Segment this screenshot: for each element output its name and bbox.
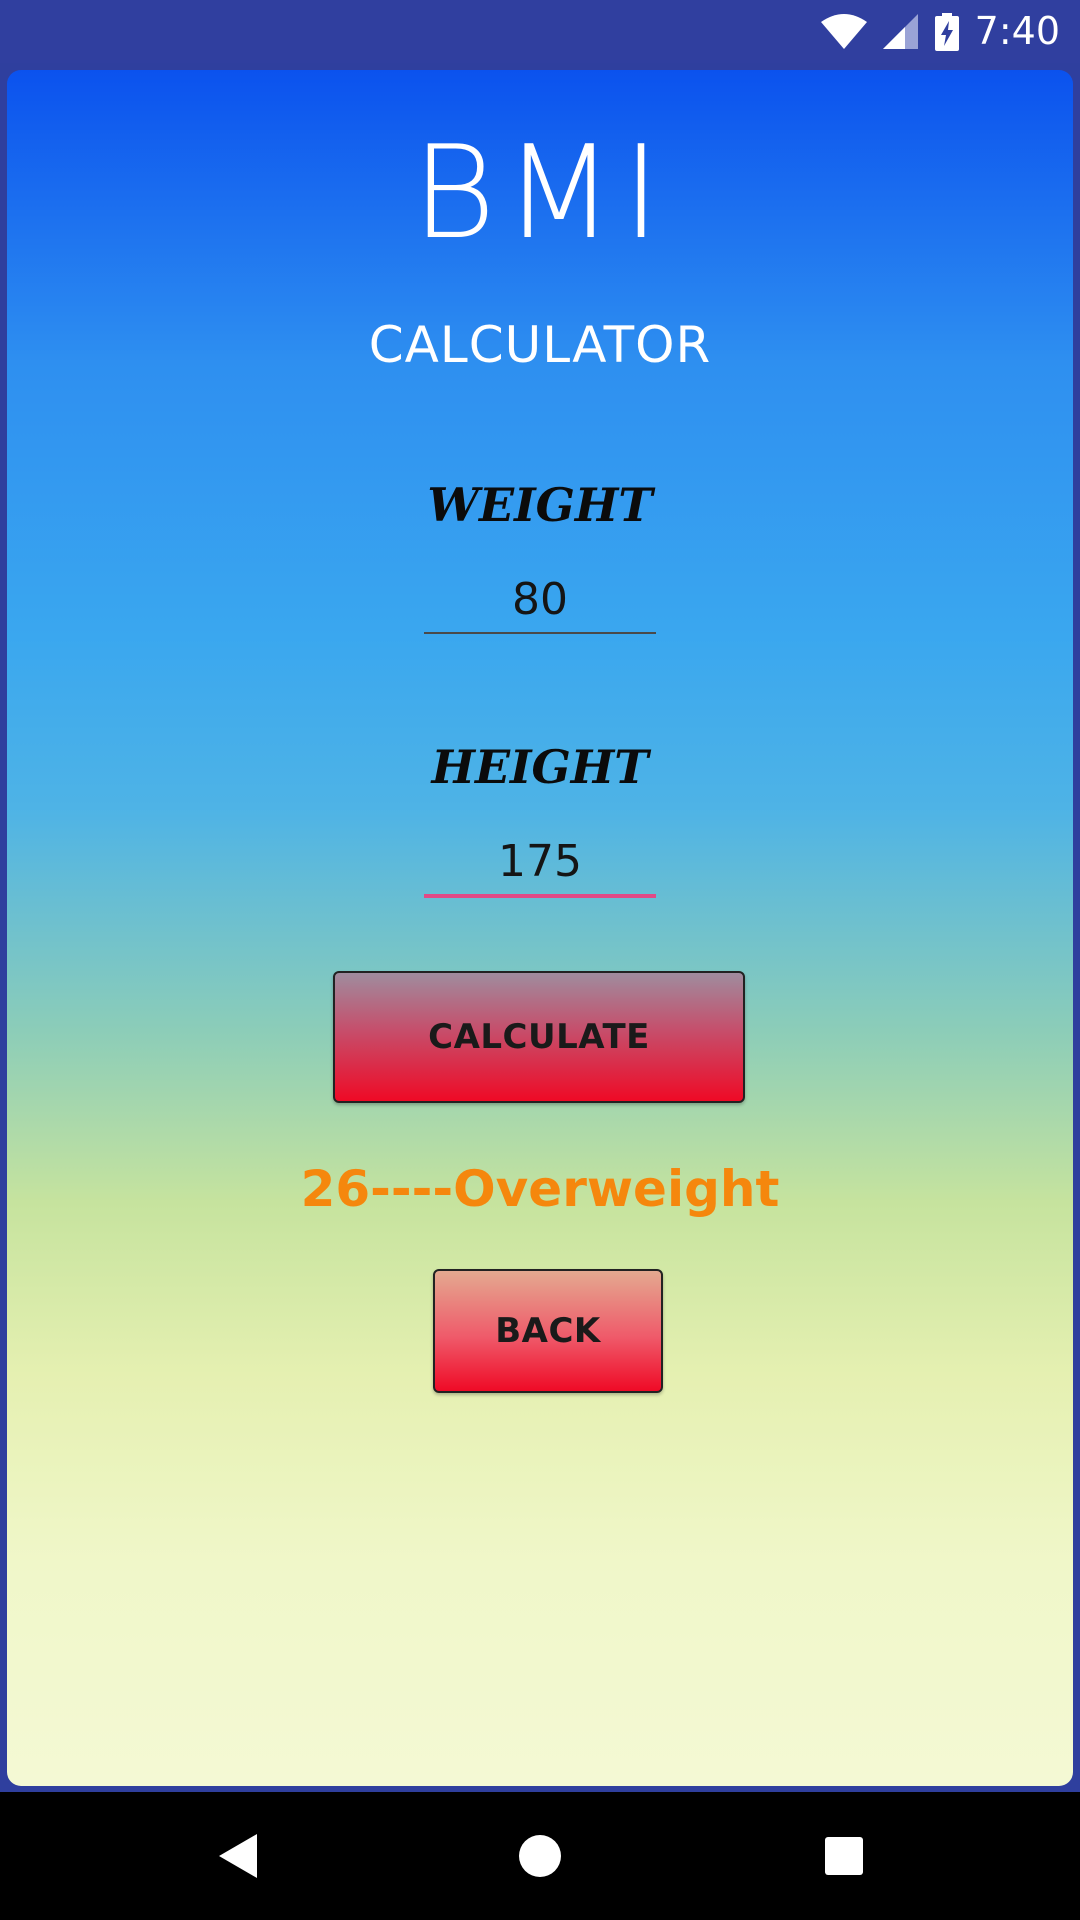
nav-back-button[interactable] — [207, 1828, 267, 1888]
bmi-result: 26----Overweight — [300, 1160, 780, 1218]
app-subtitle: CALCULATOR — [368, 316, 712, 374]
height-label: HEIGHT — [431, 740, 649, 794]
weight-label: WEIGHT — [427, 478, 653, 532]
back-icon — [215, 1832, 259, 1884]
signal-icon — [882, 13, 919, 50]
height-input[interactable] — [424, 828, 656, 898]
app-title: BMI — [412, 119, 668, 268]
home-icon — [518, 1834, 562, 1882]
nav-home-button[interactable] — [510, 1828, 570, 1888]
calculate-button[interactable]: CALCULATE — [333, 971, 745, 1103]
navigation-bar — [0, 1792, 1080, 1920]
nav-recents-button[interactable] — [814, 1828, 874, 1888]
battery-charging-icon — [934, 12, 959, 51]
status-time: 7:40 — [974, 9, 1060, 53]
status-icons: 7:40 — [820, 0, 1060, 63]
bmi-screen: BMI CALCULATOR WEIGHT HEIGHT CALCULATE 2… — [7, 70, 1073, 1786]
back-button[interactable]: BACK — [433, 1269, 663, 1393]
status-bar: 7:40 — [0, 0, 1080, 63]
weight-input[interactable] — [424, 566, 656, 634]
recents-icon — [823, 1835, 865, 1881]
wifi-icon — [820, 13, 867, 50]
